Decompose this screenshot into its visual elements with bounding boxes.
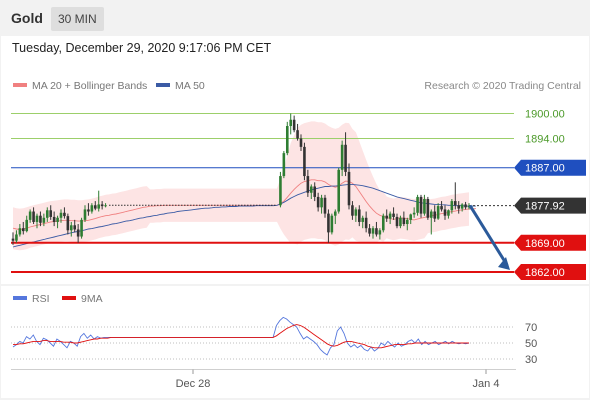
candle-body (368, 228, 371, 234)
candle-body (453, 201, 457, 206)
candle-body (423, 199, 426, 214)
candle-body (450, 201, 454, 211)
candle-body (21, 228, 25, 232)
candle-body (25, 219, 29, 232)
candle-body (83, 209, 87, 220)
candle-body (282, 153, 286, 177)
candle-body (344, 144, 347, 172)
candle-body (419, 196, 423, 214)
rsi-level-label-30: 30 (525, 354, 537, 366)
candle-body (327, 213, 330, 233)
candle-body (429, 211, 433, 218)
candle-body (333, 211, 337, 216)
candle-body (447, 210, 450, 216)
candle-body (279, 176, 282, 206)
candle-body (49, 210, 53, 217)
candle-body (457, 205, 461, 209)
candle-body (337, 169, 341, 212)
candle-body (354, 209, 358, 216)
candle-body (405, 219, 409, 225)
candle-body (292, 119, 296, 131)
candle-body (87, 209, 90, 212)
candle-body (361, 217, 365, 222)
candle-body (296, 130, 299, 139)
rsi-line (12, 316, 470, 356)
candle-body (395, 216, 399, 227)
candle-body (351, 205, 354, 216)
x-tick-label: Jan 4 (473, 378, 500, 390)
candle-body (436, 206, 440, 219)
candle-body (32, 211, 35, 222)
candle-body (309, 186, 313, 193)
candle-body (426, 199, 430, 218)
candle-body (412, 212, 416, 215)
candle-body (93, 205, 97, 209)
x-tick-label: Dec 28 (176, 378, 211, 390)
candle-body (97, 204, 101, 209)
candle-body (399, 217, 402, 227)
candle-body (409, 214, 413, 220)
candle-body (378, 230, 382, 235)
candle-body (90, 205, 94, 212)
rsi-level-label-70: 70 (525, 322, 537, 334)
candle-body (11, 238, 15, 241)
candle-body (42, 217, 46, 223)
candle-body (464, 204, 467, 208)
level-label-1877.92: 1877.92 (525, 201, 565, 213)
candle-body (443, 209, 447, 216)
candle-body (433, 211, 437, 219)
rsi-level-label-50: 50 (525, 338, 537, 350)
candle-body (69, 225, 73, 231)
candle-body (15, 234, 18, 241)
candle-body (59, 212, 63, 218)
candle-body (340, 144, 344, 170)
candle-body (381, 215, 385, 231)
level-label-1887.00: 1887.00 (525, 163, 565, 175)
candle-body (323, 197, 327, 214)
level-label-1900.00: 1900.00 (525, 109, 565, 121)
candle-body (402, 217, 406, 225)
candle-body (316, 196, 320, 208)
candle-body (320, 197, 323, 208)
candle-body (330, 215, 334, 233)
candle-body (306, 176, 310, 193)
price-chart: 1900.00 1894.00 1887.00 1877.92 1869.00 1862.… (1, 109, 589, 390)
candle-body (364, 217, 368, 229)
candle-body (357, 209, 361, 222)
candle-body (440, 206, 443, 210)
candle-body (28, 211, 32, 220)
candle-body (80, 219, 83, 237)
candle-body (460, 204, 464, 209)
candle-body (18, 228, 22, 235)
candle-body (63, 212, 66, 217)
candle-body (35, 215, 39, 222)
level-label-1894.00: 1894.00 (525, 134, 565, 146)
level-label-1869.00: 1869.00 (525, 238, 565, 250)
candle-body (100, 204, 104, 207)
candle-body (385, 215, 389, 219)
candle-body (76, 229, 80, 237)
candle-body (104, 205, 107, 207)
candle-body (347, 171, 351, 206)
candle-body (371, 228, 375, 234)
candle-body (73, 225, 77, 230)
projection-arrow (468, 204, 509, 266)
level-label-1862.00: 1862.00 (525, 267, 565, 279)
candle-body (52, 216, 56, 222)
candle-body (39, 215, 42, 223)
candle-body (66, 216, 70, 231)
candle-body (303, 146, 306, 177)
candle-body (392, 213, 395, 217)
candle-body (416, 196, 419, 213)
candle-body (45, 210, 49, 218)
candle-body (289, 119, 293, 127)
candle-body (299, 138, 303, 147)
candle-body (388, 213, 392, 219)
candle-body (375, 228, 378, 235)
candle-body (285, 126, 289, 154)
candle-body (313, 186, 317, 197)
candle-body (56, 217, 59, 222)
